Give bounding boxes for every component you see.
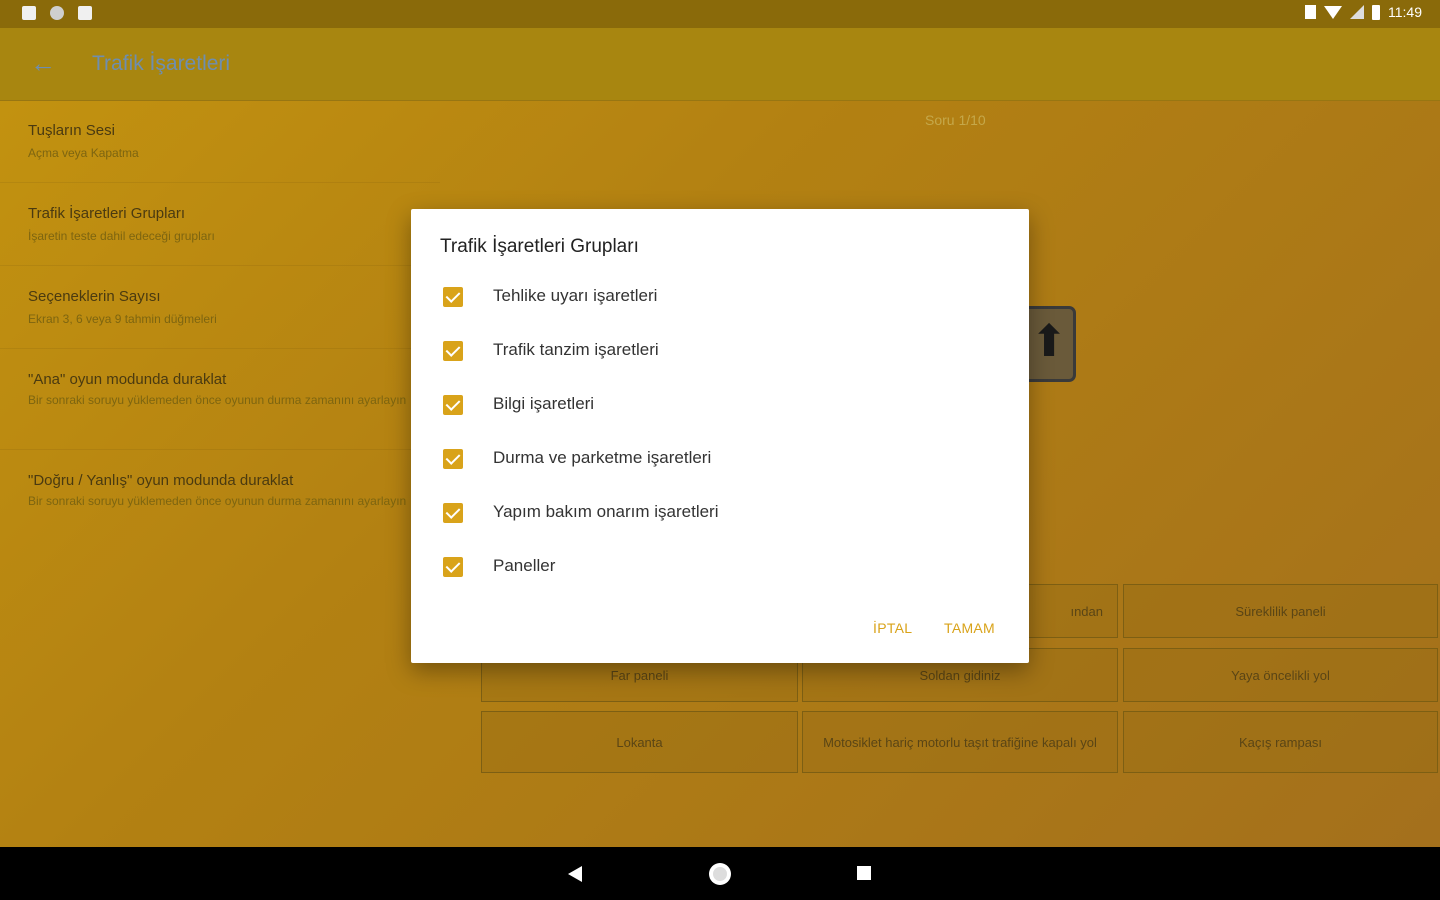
group-label: Tehlike uyarı işaretleri	[493, 286, 658, 305]
back-triangle-icon[interactable]	[568, 866, 582, 882]
checkbox-checked-icon[interactable]	[443, 557, 463, 577]
checkbox-checked-icon[interactable]	[443, 395, 463, 415]
ok-button[interactable]: TAMAM	[944, 620, 995, 636]
group-item-regulatory[interactable]: Trafik tanzim işaretleri	[411, 324, 1029, 378]
checkbox-checked-icon[interactable]	[443, 449, 463, 469]
setting-subtitle: İşaretin teste dahil edeceği grupları	[28, 229, 215, 243]
settings-list: Tuşların Sesi Açma veya Kapatma Trafik İ…	[0, 100, 440, 550]
answer-option[interactable]: Yaya öncelikli yol	[1123, 648, 1438, 702]
group-item-parking[interactable]: Durma ve parketme işaretleri	[411, 432, 1029, 486]
setting-subtitle: Bir sonraki soruyu yüklemeden önce oyunu…	[28, 393, 407, 407]
wifi-icon	[1324, 5, 1342, 19]
group-item-panels[interactable]: Paneller	[411, 540, 1029, 594]
cancel-button[interactable]: İPTAL	[873, 620, 912, 636]
sign-groups-dialog: Trafik İşaretleri Grupları Tehlike uyarı…	[411, 209, 1029, 663]
group-label: Yapım bakım onarım işaretleri	[493, 502, 719, 521]
traffic-sign-image: ⬆	[1022, 306, 1076, 382]
app-bar: ← Trafik İşaretleri	[0, 28, 1440, 101]
back-arrow-icon[interactable]: ←	[30, 50, 56, 76]
setting-option-count[interactable]: Seçeneklerin Sayısı Ekran 3, 6 veya 9 ta…	[0, 266, 440, 349]
status-bar: 11:49	[0, 0, 1440, 28]
setting-pause-main[interactable]: "Ana" oyun modunda duraklat Bir sonraki …	[0, 349, 440, 450]
setting-title: Tuşların Sesi	[28, 122, 115, 139]
checkbox-checked-icon[interactable]	[443, 503, 463, 523]
notification-icon	[22, 6, 36, 20]
setting-subtitle: Açma veya Kapatma	[28, 146, 139, 160]
system-icons: 11:49	[1305, 4, 1422, 20]
answer-option[interactable]: Motosiklet hariç motorlu taşıt trafiğine…	[802, 711, 1118, 773]
group-label: Paneller	[493, 556, 556, 575]
setting-pause-truefalse[interactable]: "Doğru / Yanlış" oyun modunda duraklat B…	[0, 450, 440, 550]
setting-subtitle: Bir sonraki soruyu yüklemeden önce oyunu…	[28, 494, 407, 508]
setting-title: Seçeneklerin Sayısı	[28, 288, 161, 305]
answer-option[interactable]: Kaçış rampası	[1123, 711, 1438, 773]
dialog-title: Trafik İşaretleri Grupları	[440, 236, 639, 257]
setting-subtitle: Ekran 3, 6 veya 9 tahmin düğmeleri	[28, 312, 217, 326]
location-icon	[1305, 5, 1316, 19]
answer-option[interactable]: Süreklilik paneli	[1123, 584, 1438, 638]
app-title: Trafik İşaretleri	[92, 52, 231, 75]
sd-card-icon	[78, 6, 92, 20]
setting-title: Trafik İşaretleri Grupları	[28, 205, 185, 222]
group-item-information[interactable]: Bilgi işaretleri	[411, 378, 1029, 432]
setting-title: "Doğru / Yanlış" oyun modunda duraklat	[28, 472, 294, 489]
checkbox-checked-icon[interactable]	[443, 341, 463, 361]
group-label: Bilgi işaretleri	[493, 394, 595, 413]
signal-icon	[1350, 5, 1364, 19]
setting-sign-groups[interactable]: Trafik İşaretleri Grupları İşaretin test…	[0, 183, 440, 266]
setting-key-sound[interactable]: Tuşların Sesi Açma veya Kapatma	[0, 100, 440, 183]
question-counter: Soru 1/10	[925, 112, 986, 128]
battery-icon	[1372, 4, 1380, 20]
home-circle-icon[interactable]	[709, 863, 731, 885]
setting-title: "Ana" oyun modunda duraklat	[28, 371, 227, 388]
group-label: Trafik tanzim işaretleri	[493, 340, 659, 359]
checkbox-checked-icon[interactable]	[443, 287, 463, 307]
notification-icons	[22, 6, 92, 20]
group-item-hazard[interactable]: Tehlike uyarı işaretleri	[411, 270, 1029, 324]
group-label: Durma ve parketme işaretleri	[493, 448, 712, 467]
group-item-roadwork[interactable]: Yapım bakım onarım işaretleri	[411, 486, 1029, 540]
clock: 11:49	[1388, 4, 1422, 20]
up-arrow-icon: ⬆	[1030, 317, 1068, 366]
recents-square-icon[interactable]	[857, 866, 871, 880]
sync-icon	[50, 6, 64, 20]
answer-option[interactable]: Lokanta	[481, 711, 798, 773]
